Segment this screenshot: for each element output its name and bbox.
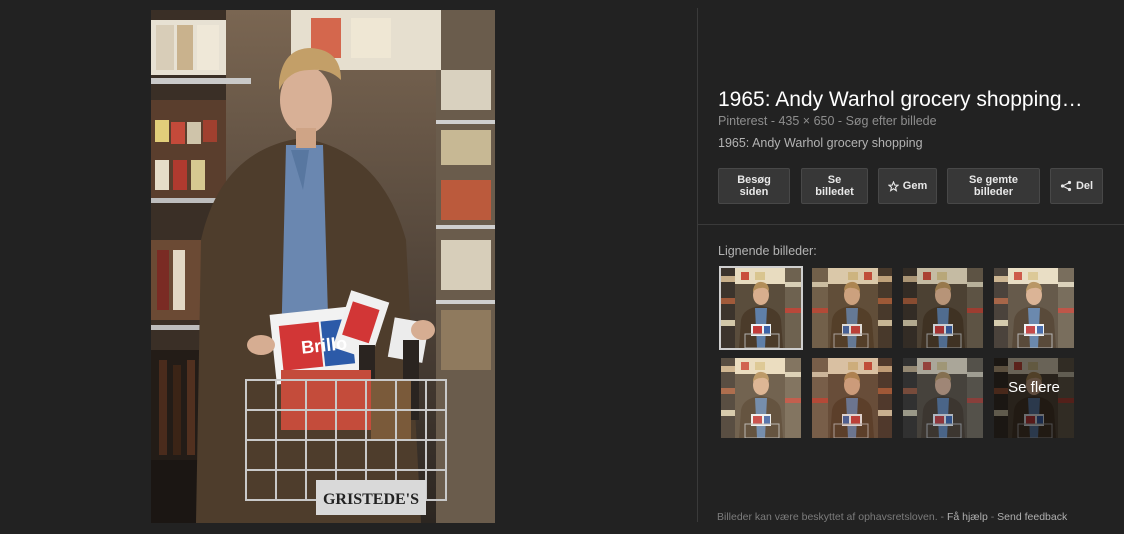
view-label-1: Se — [827, 174, 842, 186]
star-icon — [887, 180, 899, 192]
image-title[interactable]: 1965: Andy Warhol grocery shopping… — [718, 88, 1108, 112]
section-divider — [698, 224, 1124, 225]
see-more-label: Se flere — [994, 358, 1074, 438]
image-description: 1965: Andy Warhol grocery shopping — [718, 136, 923, 150]
view-label-2: billedet — [815, 186, 854, 198]
panel-divider — [697, 8, 698, 522]
related-thumbnail[interactable] — [721, 358, 801, 438]
share-button[interactable]: Del — [1050, 168, 1103, 204]
feedback-link[interactable]: Send feedback — [997, 511, 1067, 523]
related-thumbnail[interactable] — [994, 268, 1074, 348]
saved-label-1: Se gemte — [969, 174, 1018, 186]
footer: Billeder kan være beskyttet af ophavsret… — [717, 511, 1067, 523]
help-link[interactable]: Få hjælp — [947, 511, 988, 523]
related-images-label: Lignende billeder: — [718, 244, 817, 258]
visit-label-1: Besøg — [737, 174, 771, 186]
save-button[interactable]: Gem — [878, 168, 937, 204]
see-more-thumbnail[interactable]: Se flere — [994, 358, 1074, 438]
related-thumbnail[interactable] — [719, 266, 803, 350]
save-label: Gem — [902, 180, 928, 192]
visit-page-button[interactable]: Besøg siden — [718, 168, 790, 204]
copyright-notice: Billeder kan være beskyttet af ophavsret… — [717, 511, 938, 523]
cart-sign-text: GRISTEDE'S — [323, 491, 419, 508]
image-meta: Pinterest - 435 × 650 - Søg efter billed… — [718, 114, 937, 128]
share-label: Del — [1075, 180, 1094, 192]
share-icon — [1060, 180, 1072, 192]
preview-image[interactable]: GRISTEDE'S Brillo — [151, 10, 495, 523]
related-thumbnail[interactable] — [903, 268, 983, 348]
meta-separator: - — [837, 114, 846, 128]
view-saved-button[interactable]: Se gemte billeder — [947, 168, 1040, 204]
source-site: Pinterest — [718, 114, 768, 128]
related-thumbnail[interactable] — [812, 268, 892, 348]
view-image-button[interactable]: Se billedet — [801, 168, 868, 204]
visit-label-2: siden — [739, 186, 769, 198]
image-dimensions: 435 × 650 — [778, 114, 835, 128]
related-thumbnail[interactable] — [903, 358, 983, 438]
saved-label-2: billeder — [973, 186, 1014, 198]
search-by-image-link[interactable]: Søg efter billede — [846, 114, 937, 128]
related-thumbnail[interactable] — [812, 358, 892, 438]
